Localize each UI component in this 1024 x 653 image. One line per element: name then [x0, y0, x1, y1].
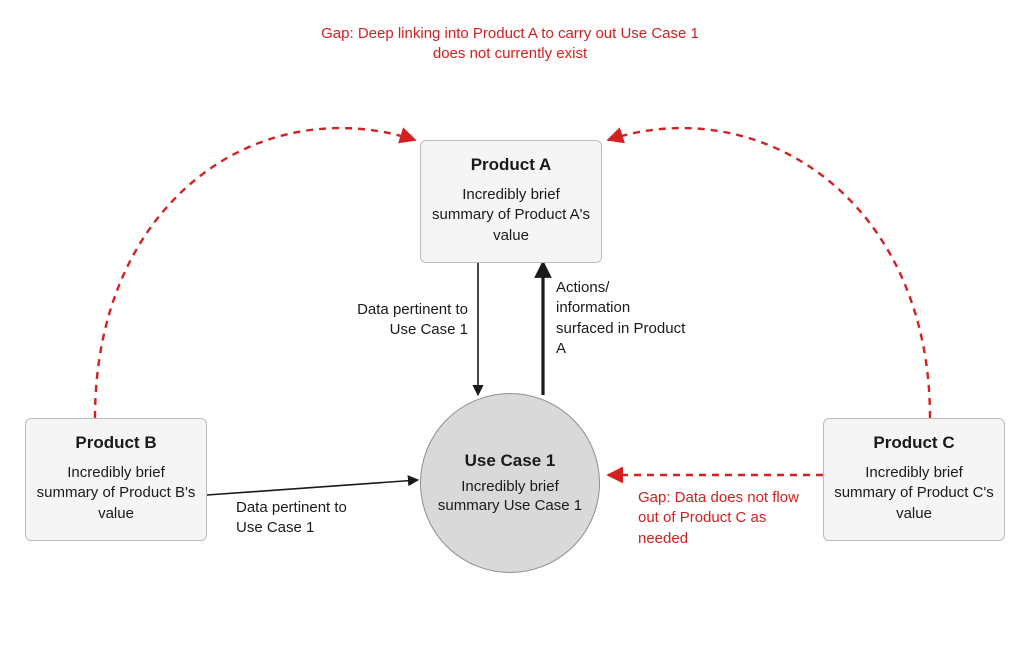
node-use-case-1-desc: Incredibly brief summary Use Case 1 [431, 477, 589, 516]
edge-label-usecase-to-a: Actions/ information surfaced in Product… [556, 278, 686, 359]
node-use-case-1: Use Case 1 Incredibly brief summary Use … [420, 393, 600, 573]
node-product-b-desc: Incredibly brief summary of Product B's … [36, 463, 196, 524]
node-product-c: Product C Incredibly brief summary of Pr… [823, 418, 1005, 541]
node-product-c-title: Product C [834, 433, 994, 453]
diagram-canvas: Gap: Deep linking into Product A to carr… [0, 0, 1024, 653]
edge-b-to-usecase [207, 480, 418, 495]
gap-label-c: Gap: Data does not flow out of Product C… [638, 488, 813, 549]
node-product-a: Product A Incredibly brief summary of Pr… [420, 140, 602, 263]
node-product-b: Product B Incredibly brief summary of Pr… [25, 418, 207, 541]
node-use-case-1-title: Use Case 1 [465, 451, 556, 471]
edge-gap-b-to-a [95, 128, 415, 418]
node-product-b-title: Product B [36, 433, 196, 453]
edge-gap-c-to-a [608, 128, 930, 418]
gap-label-top: Gap: Deep linking into Product A to carr… [310, 24, 710, 65]
node-product-c-desc: Incredibly brief summary of Product C's … [834, 463, 994, 524]
edge-label-b-to-usecase: Data pertinent to Use Case 1 [236, 498, 376, 539]
node-product-a-desc: Incredibly brief summary of Product A's … [431, 185, 591, 246]
node-product-a-title: Product A [431, 155, 591, 175]
edge-label-a-to-usecase: Data pertinent to Use Case 1 [333, 300, 468, 341]
